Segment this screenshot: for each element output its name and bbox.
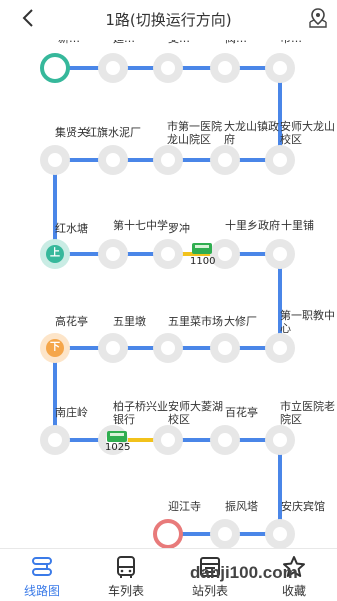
station-stop[interactable] — [98, 53, 128, 83]
station-stop[interactable] — [210, 333, 240, 363]
station-stop[interactable] — [265, 53, 295, 83]
end-station-marker[interactable] — [153, 519, 183, 548]
station-label: 十里乡政府 — [225, 219, 280, 232]
tab-label: 车列表 — [107, 584, 144, 598]
tab-label: 线路图 — [23, 584, 60, 598]
station-stop[interactable] — [265, 333, 295, 363]
station-label: 安庆宾馆 — [281, 500, 325, 513]
station-label: 罗冲 — [168, 222, 190, 235]
station-label: 大龙山镇政府 — [224, 120, 279, 146]
station-label: 安师大菱湖校区 — [168, 400, 223, 426]
station-label: 红水塘 — [55, 222, 88, 235]
station-stop[interactable] — [265, 425, 295, 455]
station-label: 振风塔 — [225, 500, 258, 513]
station-stop[interactable] — [40, 145, 70, 175]
map-pin-icon[interactable] — [308, 7, 328, 29]
tab-label: 收藏 — [281, 584, 306, 598]
tab-route-map[interactable]: 线路图 — [0, 549, 84, 601]
station-stop[interactable] — [153, 145, 183, 175]
station-stop[interactable] — [98, 333, 128, 363]
alighting-station-marker[interactable]: 下 — [40, 333, 70, 363]
bus-number: 1025 — [105, 442, 131, 453]
station-label: 红旗水泥厂 — [86, 126, 141, 139]
station-stop[interactable] — [153, 333, 183, 363]
station-label: 南庄岭 — [55, 406, 88, 419]
station-stop[interactable] — [40, 425, 70, 455]
station-stop[interactable] — [153, 239, 183, 269]
station-label: 五里菜市场 — [168, 315, 223, 328]
tab-bus-list[interactable]: 车列表 — [84, 549, 168, 601]
station-label: 高花亭 — [55, 315, 88, 328]
route-icon — [30, 555, 54, 579]
station-label: 第一职教中心 — [280, 309, 335, 335]
route-map[interactable]: 新… 延… 支… 阀… 市… 集贤关 红旗水泥厂 市第一医院龙山院区 大龙山镇政… — [0, 0, 337, 548]
page-title[interactable]: 1路(切换运行方向) — [0, 9, 337, 30]
station-stop[interactable] — [98, 239, 128, 269]
tab-label: 站列表 — [191, 584, 228, 598]
station-label: 迎江寺 — [168, 500, 201, 513]
station-label: 集贤关 — [55, 126, 88, 139]
station-stop[interactable] — [153, 53, 183, 83]
bus-icon[interactable] — [107, 431, 127, 442]
bottom-tab-bar: 线路图 车列表 站列表 收藏 danji100.com — [0, 548, 337, 601]
station-label: 安师大龙山校区 — [280, 120, 335, 146]
bus-icon[interactable] — [192, 243, 212, 254]
station-stop[interactable] — [265, 239, 295, 269]
station-label: 大修厂 — [224, 315, 257, 328]
watermark-text: danji100.com — [190, 563, 298, 582]
station-stop[interactable] — [265, 145, 295, 175]
start-station-marker[interactable] — [40, 53, 70, 83]
boarding-marker-text: 上 — [46, 245, 64, 263]
station-stop[interactable] — [210, 53, 240, 83]
station-stop[interactable] — [153, 425, 183, 455]
boarding-station-marker[interactable]: 上 — [40, 239, 70, 269]
bus-number: 1100 — [190, 256, 216, 267]
top-bar: 1路(切换运行方向) — [0, 0, 337, 40]
station-label: 柏子桥兴业银行 — [113, 400, 168, 426]
station-stop[interactable] — [210, 425, 240, 455]
station-stop[interactable] — [98, 145, 128, 175]
station-stop[interactable] — [210, 519, 240, 548]
alighting-marker-text: 下 — [46, 339, 64, 357]
station-label: 十里铺 — [281, 219, 314, 232]
station-label: 百花亭 — [225, 406, 258, 419]
station-label: 市立医院老院区 — [280, 400, 335, 426]
station-stop[interactable] — [265, 519, 295, 548]
station-label: 市第一医院龙山院区 — [167, 120, 222, 146]
bus-icon — [114, 555, 138, 579]
station-label: 第十七中学 — [113, 219, 168, 232]
station-stop[interactable] — [210, 145, 240, 175]
station-label: 五里墩 — [113, 315, 146, 328]
